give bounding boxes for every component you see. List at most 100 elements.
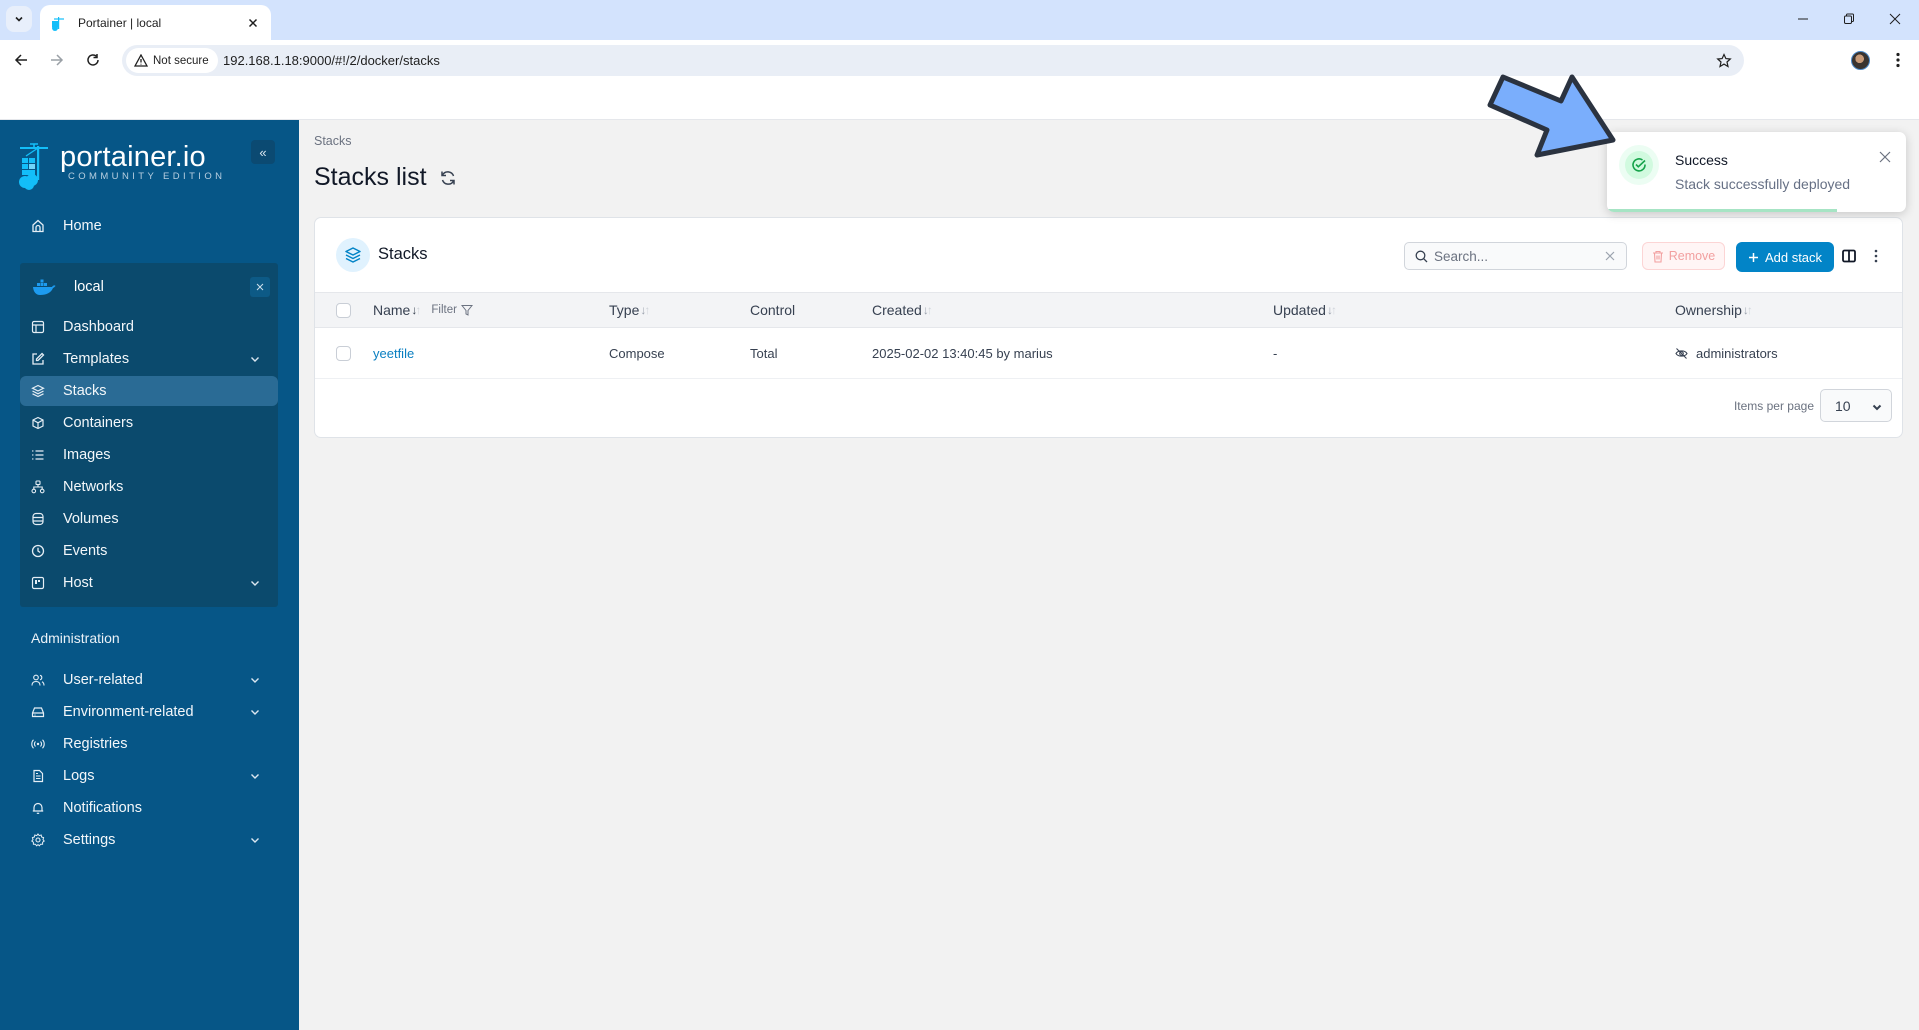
bookmark-button[interactable] <box>1714 51 1734 71</box>
browser-toolbar: Not secure 192.168.1.18:9000/#!/2/docker… <box>0 40 1919 80</box>
clear-search-icon[interactable] <box>1604 250 1616 262</box>
environment-close-button[interactable] <box>250 277 270 297</box>
items-per-page-value: 10 <box>1835 397 1851 414</box>
database-icon <box>30 511 46 527</box>
close-window-button[interactable] <box>1872 4 1918 34</box>
stack-name-link[interactable]: yeetfile <box>373 346 414 361</box>
close-icon[interactable] <box>1878 150 1892 164</box>
chevron-down-icon <box>1872 404 1882 411</box>
sidebar-item-registries[interactable]: Registries <box>20 729 278 759</box>
double-chevron-left-icon: « <box>259 144 267 160</box>
sort-icon: ↓↑ <box>1742 303 1753 317</box>
sidebar-item-host[interactable]: Host <box>20 568 278 598</box>
chevron-down-icon[interactable] <box>248 576 262 590</box>
sidebar-item-label: Templates <box>63 351 130 367</box>
sidebar-item-events[interactable]: Events <box>20 536 278 566</box>
sidebar-item-environment-related[interactable]: Environment-related <box>20 697 278 727</box>
search-icon <box>1415 250 1428 262</box>
sidebar-item-logs[interactable]: Logs <box>20 761 278 791</box>
sidebar-item-home[interactable]: Home <box>20 211 278 241</box>
select-all-checkbox[interactable] <box>336 302 351 318</box>
plus-icon <box>1748 252 1758 262</box>
portainer-favicon-icon <box>52 16 64 31</box>
sidebar-item-settings[interactable]: Settings <box>20 825 278 855</box>
administration-heading: Administration <box>31 630 120 646</box>
column-header-updated[interactable]: Updated ↓↑ <box>1273 293 1337 327</box>
sidebar-item-label: Settings <box>63 832 116 848</box>
search-input[interactable] <box>1434 248 1594 264</box>
not-secure-label: Not secure <box>153 54 209 67</box>
logo-name: portainer.io <box>60 141 206 173</box>
stacks-card-header: Stacks Remove Add stack <box>315 218 1902 293</box>
restore-icon <box>1844 13 1854 24</box>
sidebar-item-volumes[interactable]: Volumes <box>20 504 278 534</box>
tab-close-button[interactable] <box>245 15 261 31</box>
environment-name: local <box>74 279 104 295</box>
sidebar-item-templates[interactable]: Templates <box>20 344 278 374</box>
chevron-down-icon[interactable] <box>248 705 262 719</box>
clock-icon <box>30 543 46 559</box>
sidebar-item-label: User-related <box>63 672 143 688</box>
sidebar-item-dashboard[interactable]: Dashboard <box>20 312 278 342</box>
add-stack-button[interactable]: Add stack <box>1736 242 1834 272</box>
chevron-down-icon[interactable] <box>248 833 262 847</box>
restore-button[interactable] <box>1826 4 1872 34</box>
stack-control: Total <box>750 345 778 361</box>
sidebar-item-stacks[interactable]: Stacks <box>20 376 278 406</box>
row-checkbox[interactable] <box>336 345 351 361</box>
portainer-logo[interactable]: portainer.io COMMUNITY EDITION <box>18 142 225 190</box>
column-header-control: Control <box>750 293 795 327</box>
sidebar-item-label: Environment-related <box>63 704 194 720</box>
refresh-icon[interactable] <box>439 169 457 187</box>
sort-icon: ↓↑ <box>1326 303 1337 317</box>
chevron-down-icon[interactable] <box>248 673 262 687</box>
minimize-button[interactable] <box>1780 4 1826 34</box>
browser-tab[interactable]: Portainer | local <box>40 5 271 40</box>
environment-header[interactable]: local <box>20 270 278 304</box>
profile-avatar[interactable] <box>1851 51 1870 70</box>
sidebar-item-label: Registries <box>63 736 128 752</box>
sidebar-item-label: Host <box>63 575 93 591</box>
column-label: Created <box>872 302 922 318</box>
back-button[interactable] <box>7 46 35 74</box>
sort-icon: ↓↑ <box>922 303 933 317</box>
sidebar-item-containers[interactable]: Containers <box>20 408 278 438</box>
filter-icon <box>460 305 473 316</box>
sidebar-item-user-related[interactable]: User-related <box>20 665 278 695</box>
sidebar-item-label: Networks <box>63 479 124 495</box>
sidebar-item-networks[interactable]: Networks <box>20 472 278 502</box>
logo-edition: COMMUNITY EDITION <box>68 171 226 182</box>
card-title: Stacks <box>378 245 428 263</box>
toast-progress-track <box>1607 209 1906 212</box>
more-vertical-icon[interactable] <box>1872 248 1880 264</box>
column-header-type[interactable]: Type ↓↑ <box>609 293 650 327</box>
filter-button[interactable]: Filter <box>431 304 473 316</box>
close-icon <box>256 283 264 291</box>
sidebar-item-images[interactable]: Images <box>20 440 278 470</box>
bell-icon <box>30 800 46 816</box>
sort-icon: ↓↑ <box>640 303 650 317</box>
sidebar-item-notifications[interactable]: Notifications <box>20 793 278 823</box>
reload-button[interactable] <box>79 46 107 74</box>
forward-button[interactable] <box>43 46 71 74</box>
collapse-sidebar-button[interactable]: « <box>251 140 275 164</box>
column-header-name[interactable]: Name ↓↑ Filter <box>373 293 473 327</box>
star-icon <box>1716 53 1732 68</box>
items-per-page-select[interactable]: 10 <box>1820 389 1892 422</box>
remove-button[interactable]: Remove <box>1642 242 1725 270</box>
gear-icon <box>30 832 46 848</box>
security-indicator[interactable]: Not secure <box>126 48 218 73</box>
address-bar[interactable]: Not secure 192.168.1.18:9000/#!/2/docker… <box>122 45 1744 76</box>
column-header-created[interactable]: Created ↓↑ <box>872 293 933 327</box>
chevron-down-icon[interactable] <box>248 352 262 366</box>
browser-menu-button[interactable] <box>1888 50 1908 70</box>
chevron-down-icon[interactable] <box>248 769 262 783</box>
layers-icon <box>30 383 46 399</box>
breadcrumb[interactable]: Stacks <box>314 134 352 148</box>
column-header-ownership[interactable]: Ownership ↓↑ <box>1675 293 1753 327</box>
tab-search-button[interactable] <box>6 6 32 32</box>
columns-icon[interactable] <box>1842 249 1856 263</box>
stack-type: Compose <box>609 345 665 361</box>
sidebar-item-label: Events <box>63 543 108 559</box>
sidebar-item-label: Stacks <box>63 383 107 399</box>
